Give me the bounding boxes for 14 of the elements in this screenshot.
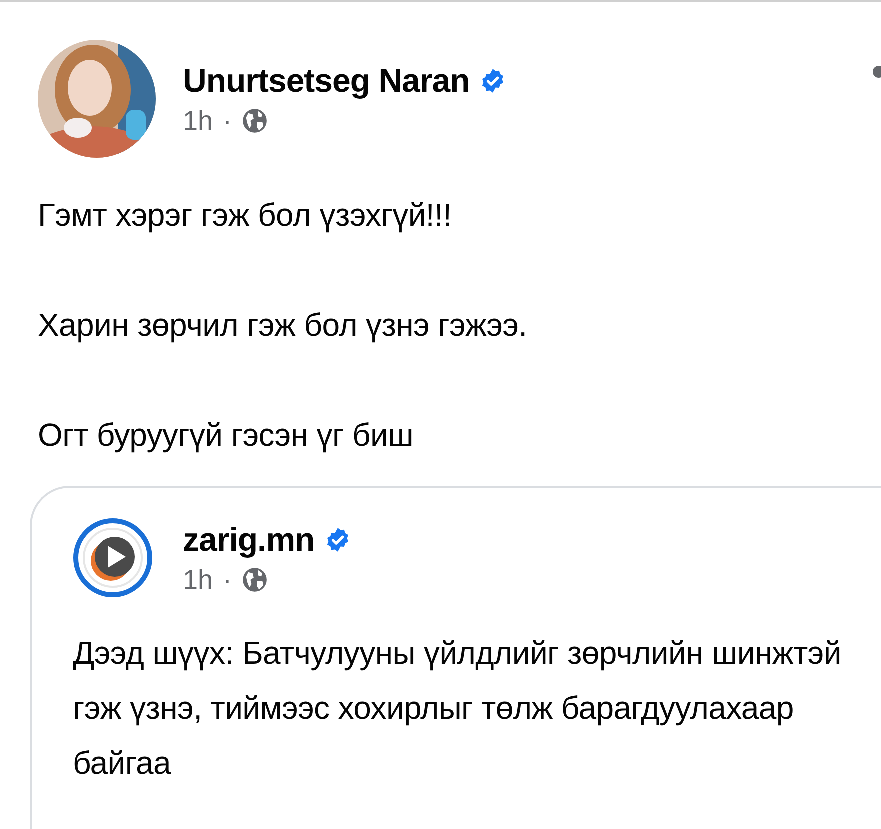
shared-post-card[interactable]: zarig.mn 1h · Дээд шүүх: Батчулууны үйлдлийг зөрчлийн шинжтэй гэж үзнэ, тиймээс хохирлыг төлж барагдуулахаар байгаа [30,486,881,829]
separator: · [223,564,232,596]
globe-icon [242,567,268,593]
logo-icon [73,518,153,598]
author-name[interactable]: zarig.mn [183,520,315,558]
separator: · [223,106,232,136]
author-name[interactable]: Unurtsetseg Naran [183,62,470,100]
post-time[interactable]: 1h [183,564,214,596]
globe-icon [242,108,268,134]
shared-post-text: Дээд шүүх: Батчулууны үйлдлийг зөрчлийн шинжтэй гэж үзнэ, тиймээс хохирлыг төлж барагдуулахаар байгаа [73,634,842,783]
post-time[interactable]: 1h [183,106,214,136]
post-text: Огт буруугүй гэсэн үг биш [38,416,414,455]
post-text: Гэмт хэрэг гэж бол үзэхгүй!!! [38,196,453,235]
post-text: Харин зөрчил гэж бол үзнэ гэжээ. [38,306,528,345]
